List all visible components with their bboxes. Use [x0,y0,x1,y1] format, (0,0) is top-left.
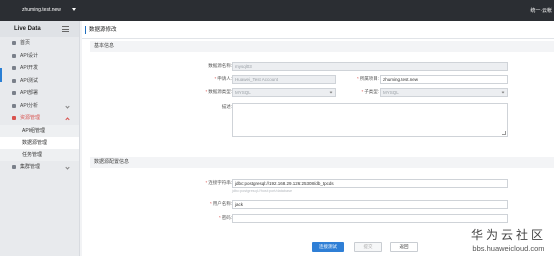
project-label: *所属项目: [356,76,379,81]
sidebar-item-api-analysis[interactable]: API分析 [0,100,79,113]
sidebar-item-api-design[interactable]: API设计 [0,50,79,63]
sidebar-item-api-develop[interactable]: API开发 [0,62,79,75]
owner-field[interactable]: Huawei_Test Account [232,75,336,84]
section-basic-info: 基本信息 [90,41,554,52]
deploy-icon [12,91,16,95]
sidebar-item-api-test[interactable]: API测试 [0,75,79,88]
sidebar-item-label: API部署 [20,90,39,96]
sidebar-item-cluster-management[interactable]: 集群管理 [0,161,79,174]
sidebar-item-label: 资源管理 [20,115,41,121]
sidebar-subitem-task[interactable]: 任务管理 [0,148,79,161]
menu-collapse-icon[interactable] [62,26,69,32]
connection-label: *连接字符串: [205,180,232,185]
submit-button[interactable]: 提交 [354,242,382,252]
subtype-select[interactable]: MYSQL [380,88,508,97]
chevron-up-icon [65,117,70,122]
page-title: 数据源修改 [85,26,117,34]
main-content: 数据源修改 基本信息 数据源名称: mysql03 *申请人: Huawei_T… [82,21,554,256]
test-icon [12,78,16,83]
resize-handle[interactable] [502,131,506,135]
username-label: *用户名称: [209,201,232,206]
owner-label: *申请人: [214,76,232,81]
project-field[interactable]: zhuming.test.new [380,75,508,84]
selected-value: MYSQL [383,90,399,95]
description-label: 描述: [221,104,232,109]
sidebar-item-label: API开发 [20,65,39,71]
connection-hint: jdbc:postgresql://host:port/database [232,189,293,193]
datasource-type-select[interactable]: MYSQL [232,88,336,97]
name-label: 数据源名称: [208,63,232,68]
sidebar-item-home[interactable]: 首页 [0,37,79,50]
sidebar-item-label: 集群管理 [20,163,41,170]
watermark-title: 华为云社区 [470,228,546,242]
sidebar-item-label: API测试 [20,77,39,84]
project-selector[interactable]: zhuming.test.new [22,7,61,13]
watermark-url: bbs.huaweicloud.com [472,244,545,253]
design-icon [12,53,16,58]
sidebar: Live Data 首页 API设计 API开发 API测试 API部署 API… [0,21,80,256]
sidebar-item-resource-management[interactable]: 资源管理 [0,112,79,125]
section-config-info: 数据源配置信息 [90,157,554,168]
username-field[interactable]: jack [232,200,508,209]
active-indicator [0,68,2,82]
subtype-label: *子类型: [361,89,379,94]
sidebar-item-label: API设计 [20,52,39,59]
folder-icon [12,116,16,120]
sidebar-item-label: API分析 [20,102,39,109]
chevron-down-icon [65,103,70,109]
test-connection-button[interactable]: 连接测试 [312,242,344,252]
chart-icon [12,103,16,108]
chevron-down-icon [501,90,505,94]
password-label: *密码: [218,215,232,220]
sidebar-item-api-deploy[interactable]: API部署 [0,87,79,100]
account-menu[interactable]: 统一·云帐 [530,7,552,14]
chevron-down-icon [65,164,70,170]
selected-value: MYSQL [235,90,251,95]
type-label: *数据源类型: [205,89,232,94]
datasource-name-field[interactable]: mysql03 [232,62,508,71]
chevron-down-icon[interactable] [72,8,76,11]
sidebar-item-label: 首页 [20,40,31,46]
watermark: 华为云社区 bbs.huaweicloud.com [471,226,546,253]
code-icon [12,66,16,70]
password-field[interactable] [232,214,508,223]
connection-string-field[interactable]: jdbc:postgresql://192.168.29.126:25308/d… [232,179,508,188]
sidebar-subitem-api-group[interactable]: API组管理 [0,124,79,137]
description-textarea[interactable] [232,103,508,137]
chevron-down-icon [329,90,333,94]
back-button[interactable]: 返回 [390,242,418,252]
cluster-icon [12,164,16,169]
sidebar-subitem-datasource[interactable]: 数据源管理 [0,136,79,149]
divider [82,38,554,39]
home-icon [12,41,16,45]
top-bar: zhuming.test.new 统一·云帐 [0,0,554,21]
